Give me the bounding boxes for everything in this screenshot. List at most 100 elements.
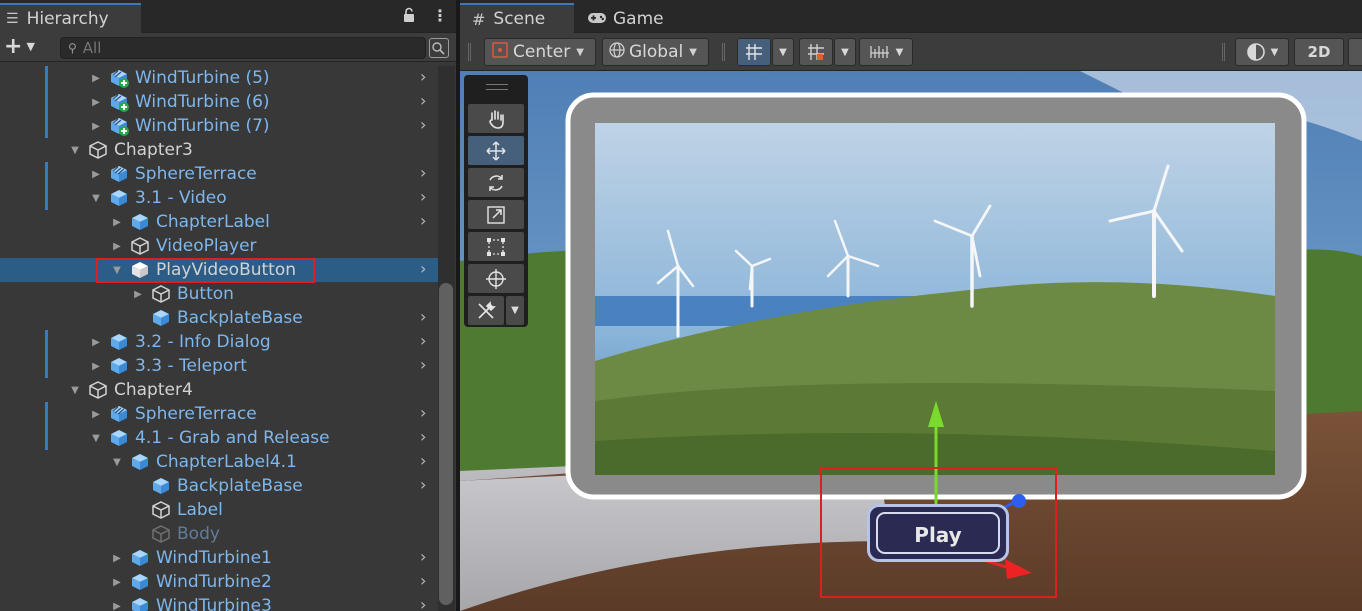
expand-arrow-down-icon[interactable]: ▼: [112, 456, 122, 468]
tab-scene-label: Scene: [493, 9, 546, 29]
hierarchy-row[interactable]: ▼ ChapterLabel4.1 ›: [0, 450, 438, 474]
hierarchy-row[interactable]: Label: [0, 498, 438, 522]
hierarchy-row[interactable]: ▼ 3.1 - Video ›: [0, 186, 438, 210]
prefab-cube-icon: [109, 404, 129, 424]
increment-snap-options[interactable]: ▼: [834, 38, 856, 66]
more-options-icon[interactable]: ⋮: [432, 7, 448, 25]
custom-tool-options[interactable]: ▼: [506, 296, 524, 325]
scene-viewport[interactable]: Play ▼: [460, 71, 1362, 611]
expand-arrow-right-icon[interactable]: ▶: [91, 120, 101, 132]
open-prefab-chevron-icon[interactable]: ›: [420, 115, 426, 134]
scene-extra-button[interactable]: [1348, 38, 1362, 66]
hierarchy-row-label: VideoPlayer: [156, 236, 257, 256]
hierarchy-row[interactable]: ▶ WindTurbine2 ›: [0, 570, 438, 594]
expand-arrow-right-icon[interactable]: ▶: [112, 576, 122, 588]
increment-snap-toggle[interactable]: [799, 38, 833, 66]
tab-hierarchy[interactable]: ☰ Hierarchy: [0, 3, 141, 33]
lock-icon[interactable]: [402, 7, 416, 23]
toggle-2d-label: 2D: [1307, 43, 1331, 61]
expand-arrow-down-icon[interactable]: ▼: [91, 192, 101, 204]
expand-arrow-right-icon[interactable]: ▶: [112, 552, 122, 564]
prefab-cube-icon: [130, 572, 150, 592]
open-prefab-chevron-icon[interactable]: ›: [420, 475, 426, 494]
expand-arrow-down-icon[interactable]: ▼: [70, 144, 80, 156]
rect-transform-icon: [487, 237, 505, 256]
prefab-cube-icon: [130, 548, 150, 568]
expand-arrow-right-icon[interactable]: ▶: [112, 216, 122, 228]
gameobject-cube-icon: [151, 500, 171, 520]
hierarchy-row-label: BackplateBase: [177, 308, 303, 328]
hierarchy-row[interactable]: ▶ WindTurbine1 ›: [0, 546, 438, 570]
expand-arrow-right-icon[interactable]: ▶: [112, 600, 122, 611]
expand-arrow-right-icon[interactable]: ▶: [91, 72, 101, 84]
expand-arrow-right-icon[interactable]: ▶: [91, 408, 101, 420]
palette-drag-handle[interactable]: [486, 84, 508, 90]
move-tool-button[interactable]: [468, 136, 524, 165]
search-input[interactable]: [82, 39, 383, 57]
open-prefab-chevron-icon[interactable]: ›: [420, 547, 426, 566]
space-dropdown[interactable]: Global ▼: [602, 38, 709, 66]
hierarchy-row[interactable]: ▼ 4.1 - Grab and Release ›: [0, 426, 438, 450]
expand-arrow-right-icon[interactable]: ▶: [112, 240, 122, 252]
tab-scene[interactable]: # Scene: [460, 3, 574, 33]
hierarchy-row[interactable]: ▼ Chapter3: [0, 138, 438, 162]
open-prefab-chevron-icon[interactable]: ›: [420, 163, 426, 182]
scale-tool-button[interactable]: [468, 200, 524, 229]
hierarchy-row[interactable]: ▶ 3.2 - Info Dialog ›: [0, 330, 438, 354]
open-prefab-chevron-icon[interactable]: ›: [420, 331, 426, 350]
hierarchy-row[interactable]: ▶ 3.3 - Teleport ›: [0, 354, 438, 378]
expand-arrow-down-icon[interactable]: ▼: [91, 432, 101, 444]
view-tool-button[interactable]: [468, 104, 524, 133]
hierarchy-row[interactable]: ▶ WindTurbine3 ›: [0, 594, 438, 611]
rect-tool-button[interactable]: [468, 232, 524, 261]
open-prefab-chevron-icon[interactable]: ›: [420, 91, 426, 110]
hierarchy-row[interactable]: ▶ Button: [0, 282, 438, 306]
open-prefab-chevron-icon[interactable]: ›: [420, 427, 426, 446]
gameobject-cube-icon: [151, 284, 171, 304]
transform-tool-button[interactable]: [468, 264, 524, 293]
override-marker: [45, 90, 48, 114]
search-mode-icon[interactable]: [429, 38, 449, 58]
expand-arrow-right-icon[interactable]: ▶: [91, 336, 101, 348]
grid-snap-options[interactable]: ▼: [772, 38, 794, 66]
hierarchy-row[interactable]: ▶ WindTurbine (6) ›: [0, 90, 438, 114]
expand-arrow-right-icon[interactable]: ▶: [133, 288, 143, 300]
expand-arrow-right-icon[interactable]: ▶: [91, 168, 101, 180]
open-prefab-chevron-icon[interactable]: ›: [420, 595, 426, 611]
open-prefab-chevron-icon[interactable]: ›: [420, 307, 426, 326]
shading-mode-dropdown[interactable]: ▼: [1235, 38, 1289, 66]
hierarchy-row[interactable]: ▶ WindTurbine (7) ›: [0, 114, 438, 138]
hierarchy-row[interactable]: ▶ SphereTerrace ›: [0, 162, 438, 186]
pivot-dropdown[interactable]: Center ▼: [484, 38, 596, 66]
hierarchy-row[interactable]: BackplateBase ›: [0, 474, 438, 498]
scene-toolbar: Center ▼ Global ▼ ▼ ▼ ▼ ▼ 2D: [460, 33, 1362, 71]
hierarchy-row[interactable]: ▶ ChapterLabel ›: [0, 210, 438, 234]
hierarchy-row[interactable]: ▶ WindTurbine (5) ›: [0, 66, 438, 90]
scale-icon: [487, 205, 505, 224]
hierarchy-row[interactable]: ▶ SphereTerrace ›: [0, 402, 438, 426]
hierarchy-scrollbar[interactable]: [439, 283, 453, 605]
open-prefab-chevron-icon[interactable]: ›: [420, 355, 426, 374]
tab-game[interactable]: Game: [587, 6, 664, 32]
expand-arrow-right-icon[interactable]: ▶: [91, 96, 101, 108]
expand-arrow-right-icon[interactable]: ▶: [91, 360, 101, 372]
hierarchy-row[interactable]: ▼ Chapter4: [0, 378, 438, 402]
open-prefab-chevron-icon[interactable]: ›: [420, 187, 426, 206]
open-prefab-chevron-icon[interactable]: ›: [420, 571, 426, 590]
grid-snap-toggle[interactable]: [737, 38, 771, 66]
open-prefab-chevron-icon[interactable]: ›: [420, 259, 426, 278]
hierarchy-row[interactable]: BackplateBase ›: [0, 306, 438, 330]
override-marker: [45, 354, 48, 378]
ruler-dropdown[interactable]: ▼: [859, 38, 913, 66]
hierarchy-row[interactable]: Body: [0, 522, 438, 546]
open-prefab-chevron-icon[interactable]: ›: [420, 67, 426, 86]
create-button[interactable]: + ▼: [4, 36, 48, 58]
open-prefab-chevron-icon[interactable]: ›: [420, 211, 426, 230]
custom-tool-button[interactable]: [468, 296, 504, 325]
hierarchy-row[interactable]: ▶ VideoPlayer: [0, 234, 438, 258]
open-prefab-chevron-icon[interactable]: ›: [420, 451, 426, 470]
open-prefab-chevron-icon[interactable]: ›: [420, 403, 426, 422]
rotate-tool-button[interactable]: [468, 168, 524, 197]
expand-arrow-down-icon[interactable]: ▼: [70, 384, 80, 396]
toggle-2d-button[interactable]: 2D: [1294, 38, 1344, 66]
